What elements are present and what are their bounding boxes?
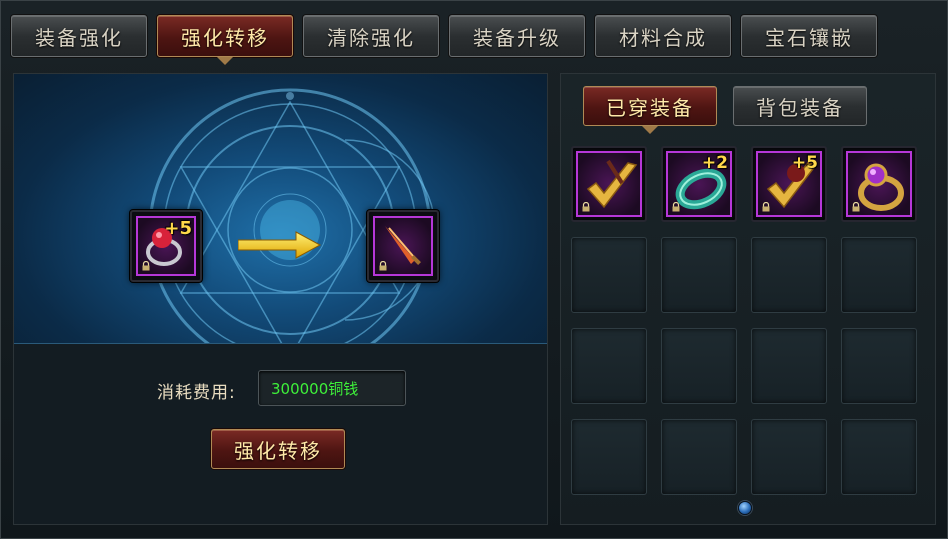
equipment-slot[interactable]: +5 xyxy=(751,146,827,222)
equipment-panel: 已穿装备 背包装备 +2 +5 xyxy=(560,73,936,525)
target-item xyxy=(373,216,433,276)
tab-clear-enhance[interactable]: 清除强化 xyxy=(303,15,439,57)
lock-icon xyxy=(379,261,387,271)
page-indicator-dot[interactable] xyxy=(738,501,752,515)
empty-equipment-slot[interactable] xyxy=(751,419,827,495)
empty-equipment-slot[interactable] xyxy=(751,328,827,404)
tab-gem-inlay[interactable]: 宝石镶嵌 xyxy=(741,15,877,57)
tab-bag[interactable]: 背包装备 xyxy=(733,86,867,126)
tab-equipped[interactable]: 已穿装备 xyxy=(583,86,717,134)
source-item: +5 xyxy=(136,216,196,276)
cost-value: 300000铜钱 xyxy=(258,370,406,406)
forge-window: 装备强化 强化转移 清除强化 装备升级 材料合成 宝石镶嵌 +5 消耗费用: 3… xyxy=(0,0,948,539)
target-item-slot[interactable] xyxy=(367,210,439,282)
transfer-stage: +5 xyxy=(14,74,547,344)
lock-icon xyxy=(142,261,150,271)
equipment-source-tabs: 已穿装备 背包装备 xyxy=(583,86,867,134)
empty-equipment-slot[interactable] xyxy=(841,419,917,495)
empty-equipment-slot[interactable] xyxy=(661,328,737,404)
source-item-slot[interactable]: +5 xyxy=(130,210,202,282)
equipment-item: +2 xyxy=(666,151,732,217)
equipment-slot[interactable] xyxy=(571,146,647,222)
empty-equipment-slot[interactable] xyxy=(841,237,917,313)
empty-equipment-slot[interactable] xyxy=(571,237,647,313)
enhance-transfer-button[interactable]: 强化转移 xyxy=(211,429,345,469)
enhance-level: +5 xyxy=(164,218,192,239)
tab-enhance-transfer[interactable]: 强化转移 xyxy=(157,15,293,65)
yellow-arrow-right-icon xyxy=(238,231,322,259)
tab-upgrade[interactable]: 装备升级 xyxy=(449,15,585,57)
cost-label: 消耗费用: xyxy=(157,383,236,403)
equipment-slot[interactable] xyxy=(841,146,917,222)
equipment-slot[interactable]: +2 xyxy=(661,146,737,222)
empty-equipment-slot[interactable] xyxy=(841,328,917,404)
empty-equipment-slot[interactable] xyxy=(661,419,737,495)
empty-equipment-slot[interactable] xyxy=(751,237,827,313)
empty-equipment-slot[interactable] xyxy=(571,328,647,404)
lock-icon xyxy=(582,202,590,212)
transfer-panel: +5 消耗费用: 300000铜钱 强化转移 xyxy=(13,73,548,525)
lock-icon xyxy=(852,202,860,212)
lock-icon xyxy=(672,202,680,212)
tab-material-synthesis[interactable]: 材料合成 xyxy=(595,15,731,57)
empty-equipment-slot[interactable] xyxy=(571,419,647,495)
function-tabs: 装备强化 强化转移 清除强化 装备升级 材料合成 宝石镶嵌 xyxy=(11,15,877,65)
enhance-level: +5 xyxy=(791,153,818,173)
enhance-level: +2 xyxy=(701,153,728,173)
cost-row: 消耗费用: 300000铜钱 xyxy=(14,370,547,410)
equipment-item xyxy=(576,151,642,217)
lock-icon xyxy=(762,202,770,212)
equipment-item: +5 xyxy=(756,151,822,217)
equipment-grid: +2 +5 xyxy=(571,146,917,495)
empty-equipment-slot[interactable] xyxy=(661,237,737,313)
tab-enhance[interactable]: 装备强化 xyxy=(11,15,147,57)
equipment-item xyxy=(846,151,912,217)
